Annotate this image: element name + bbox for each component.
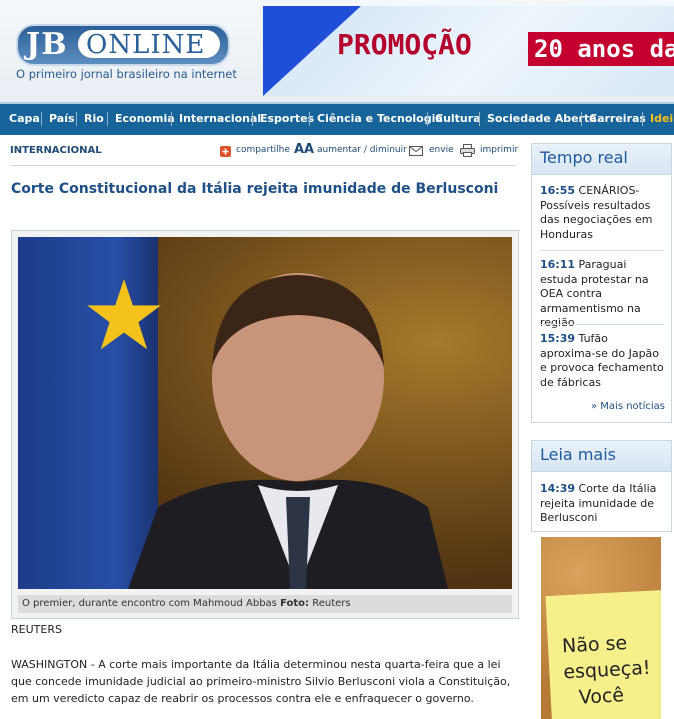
- realtime-item[interactable]: 16:11 Paraguai estuda protestar na OEA c…: [540, 258, 666, 331]
- site-logo[interactable]: JB ONLINE: [16, 24, 230, 66]
- envelope-icon[interactable]: [409, 146, 423, 156]
- realtime-box: Tempo real 16:55 CENÁRIOS- Possíveis res…: [531, 143, 672, 423]
- main-nav: Capa País Rio Economia Internacional Esp…: [0, 102, 674, 135]
- nav-item-cultura[interactable]: Cultura: [435, 112, 481, 125]
- nav-item-capa[interactable]: Capa: [9, 112, 40, 125]
- promo-banner[interactable]: PROMOÇÃO 20 anos da: [263, 6, 674, 96]
- article-photo-frame: O premier, durante encontro com Mahmoud …: [11, 230, 519, 619]
- portrait-figure: [128, 273, 448, 589]
- readmore-item[interactable]: 14:39 Corte da Itália rejeita imunidade …: [540, 482, 666, 526]
- sticky-note-image: Não se esqueça! Você: [545, 590, 661, 719]
- share-icon[interactable]: [220, 146, 231, 157]
- logo-jb: JB: [26, 27, 68, 62]
- logo-online: ONLINE: [86, 30, 206, 60]
- nav-item-esportes[interactable]: Esportes: [260, 112, 314, 125]
- share-link[interactable]: compartilhe: [236, 145, 290, 155]
- realtime-title: Tempo real: [540, 148, 628, 167]
- banner-anos-text: 20 anos da: [528, 32, 674, 66]
- more-news-link[interactable]: » Mais notícias: [591, 401, 665, 412]
- readmore-box: Leia mais 14:39 Corte da Itália rejeita …: [531, 440, 672, 532]
- nav-item-rio[interactable]: Rio: [84, 112, 104, 125]
- font-size-icon[interactable]: AA: [294, 142, 314, 157]
- caption-credit: Reuters: [312, 598, 351, 609]
- site-header: JB ONLINE O primeiro jornal brasileiro n…: [0, 0, 674, 102]
- realtime-item[interactable]: 16:55 CENÁRIOS- Possíveis resultados das…: [540, 184, 666, 242]
- article-source: REUTERS: [11, 623, 62, 636]
- article-photo[interactable]: [18, 237, 512, 589]
- article-body: WASHINGTON - A corte mais importante da …: [11, 658, 511, 705]
- article-headline: Corte Constitucional da Itália rejeita i…: [11, 181, 499, 197]
- article-toolbar: INTERNACIONAL compartilhe AA aumentar / …: [10, 142, 518, 166]
- caption-text: O premier, durante encontro com Mahmoud …: [22, 598, 277, 609]
- nav-item-economia[interactable]: Economia: [115, 112, 175, 125]
- nav-item-ideia[interactable]: Ideia: [650, 112, 674, 125]
- caption-label: Foto:: [280, 598, 310, 609]
- print-link[interactable]: imprimir: [480, 145, 518, 155]
- nav-item-pais[interactable]: País: [49, 112, 75, 125]
- section-label[interactable]: INTERNACIONAL: [10, 145, 102, 156]
- site-tagline: O primeiro jornal brasileiro na internet: [16, 67, 237, 81]
- send-link[interactable]: envie: [429, 145, 454, 155]
- sidebar-ad[interactable]: Não se esqueça! Você: [541, 537, 661, 719]
- banner-promo-text: PROMOÇÃO: [337, 28, 472, 61]
- readmore-title: Leia mais: [540, 445, 616, 464]
- printer-icon[interactable]: [460, 144, 475, 157]
- realtime-item[interactable]: 15:39 Tufão aproxima-se do Japão e provo…: [540, 332, 666, 390]
- nav-item-internacional[interactable]: Internacional: [179, 112, 261, 125]
- photo-caption: O premier, durante encontro com Mahmoud …: [18, 595, 512, 613]
- font-size-link[interactable]: aumentar / diminuir: [317, 145, 407, 155]
- nav-item-ciencia[interactable]: Ciência e Tecnologia: [317, 112, 443, 125]
- nav-item-carreiras[interactable]: Carreiras: [589, 112, 646, 125]
